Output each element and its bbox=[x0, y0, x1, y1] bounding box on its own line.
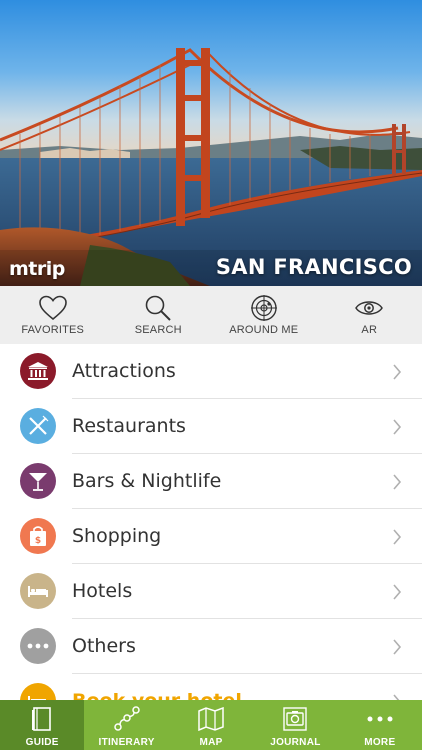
tab-guide[interactable]: GUIDE bbox=[0, 700, 85, 750]
tab-label: JOURNAL bbox=[270, 737, 321, 748]
tab-itinerary[interactable]: ITINERARY bbox=[84, 700, 168, 750]
list-item-label: Shopping bbox=[72, 525, 162, 547]
favorites-button[interactable]: FAVORITES bbox=[0, 286, 106, 344]
bed-icon bbox=[20, 573, 56, 609]
tab-map[interactable]: MAP bbox=[169, 700, 253, 750]
museum-icon bbox=[20, 353, 56, 389]
heart-icon bbox=[38, 294, 68, 322]
tab-label: GUIDE bbox=[25, 737, 59, 748]
chevron-right-icon bbox=[393, 639, 402, 655]
around-me-button[interactable]: AROUND ME bbox=[211, 286, 317, 344]
list-item-others[interactable]: Others bbox=[0, 619, 422, 674]
map-icon bbox=[197, 706, 225, 732]
search-icon bbox=[143, 294, 173, 322]
list-item-book-hotel[interactable]: Book your hotel bbox=[0, 674, 422, 700]
chevron-right-icon bbox=[393, 474, 402, 490]
chevron-right-icon bbox=[393, 419, 402, 435]
city-title: SAN FRANCISCO bbox=[215, 255, 412, 279]
book-icon bbox=[28, 706, 56, 732]
search-button[interactable]: SEARCH bbox=[106, 286, 212, 344]
around-me-label: AROUND ME bbox=[229, 324, 299, 336]
tab-bar: GUIDE ITINERARY MAP JOURNAL MORE bbox=[0, 700, 422, 750]
shopping-bag-icon: $ bbox=[20, 518, 56, 554]
mtrip-logo: mtrip bbox=[9, 258, 65, 280]
tab-label: ITINERARY bbox=[98, 737, 155, 748]
radar-icon bbox=[249, 294, 279, 322]
chevron-right-icon bbox=[393, 584, 402, 600]
camera-icon bbox=[281, 706, 309, 732]
svg-text:$: $ bbox=[35, 536, 41, 546]
list-item-shopping[interactable]: $ Shopping bbox=[0, 509, 422, 564]
tab-label: MAP bbox=[199, 737, 223, 748]
route-icon bbox=[113, 706, 141, 732]
list-item-label: Bars & Nightlife bbox=[72, 470, 222, 492]
list-item-bars-nightlife[interactable]: Bars & Nightlife bbox=[0, 454, 422, 509]
tab-more[interactable]: MORE bbox=[338, 700, 422, 750]
quick-actions-bar: FAVORITES SEARCH AROUND ME AR bbox=[0, 286, 422, 344]
tab-journal[interactable]: JOURNAL bbox=[253, 700, 337, 750]
favorites-label: FAVORITES bbox=[21, 324, 85, 336]
chevron-right-icon bbox=[393, 529, 402, 545]
list-item-hotels[interactable]: Hotels bbox=[0, 564, 422, 619]
list-item-attractions[interactable]: Attractions bbox=[0, 344, 422, 399]
list-item-label: Book your hotel bbox=[72, 674, 242, 700]
list-item-label: Restaurants bbox=[72, 415, 186, 437]
ar-label: AR bbox=[361, 324, 378, 336]
list-item-label: Attractions bbox=[72, 360, 176, 382]
more-icon bbox=[366, 706, 394, 732]
list-item-label: Others bbox=[72, 635, 136, 657]
list-item-label: Hotels bbox=[72, 580, 133, 602]
category-list: Attractions Restaurants Bars & Nightlife bbox=[0, 344, 422, 700]
hero-banner: mtrip SAN FRANCISCO bbox=[0, 0, 422, 286]
cocktail-icon bbox=[20, 463, 56, 499]
fork-knife-icon bbox=[20, 408, 56, 444]
ar-button[interactable]: AR bbox=[317, 286, 422, 344]
chevron-right-icon bbox=[393, 364, 402, 380]
hotel-booking-icon bbox=[20, 683, 56, 700]
more-dots-icon bbox=[20, 628, 56, 664]
list-item-restaurants[interactable]: Restaurants bbox=[0, 399, 422, 454]
search-label: SEARCH bbox=[134, 324, 182, 336]
eye-icon bbox=[354, 294, 384, 322]
tab-label: MORE bbox=[364, 737, 396, 748]
golden-gate-bridge-photo bbox=[0, 0, 422, 286]
